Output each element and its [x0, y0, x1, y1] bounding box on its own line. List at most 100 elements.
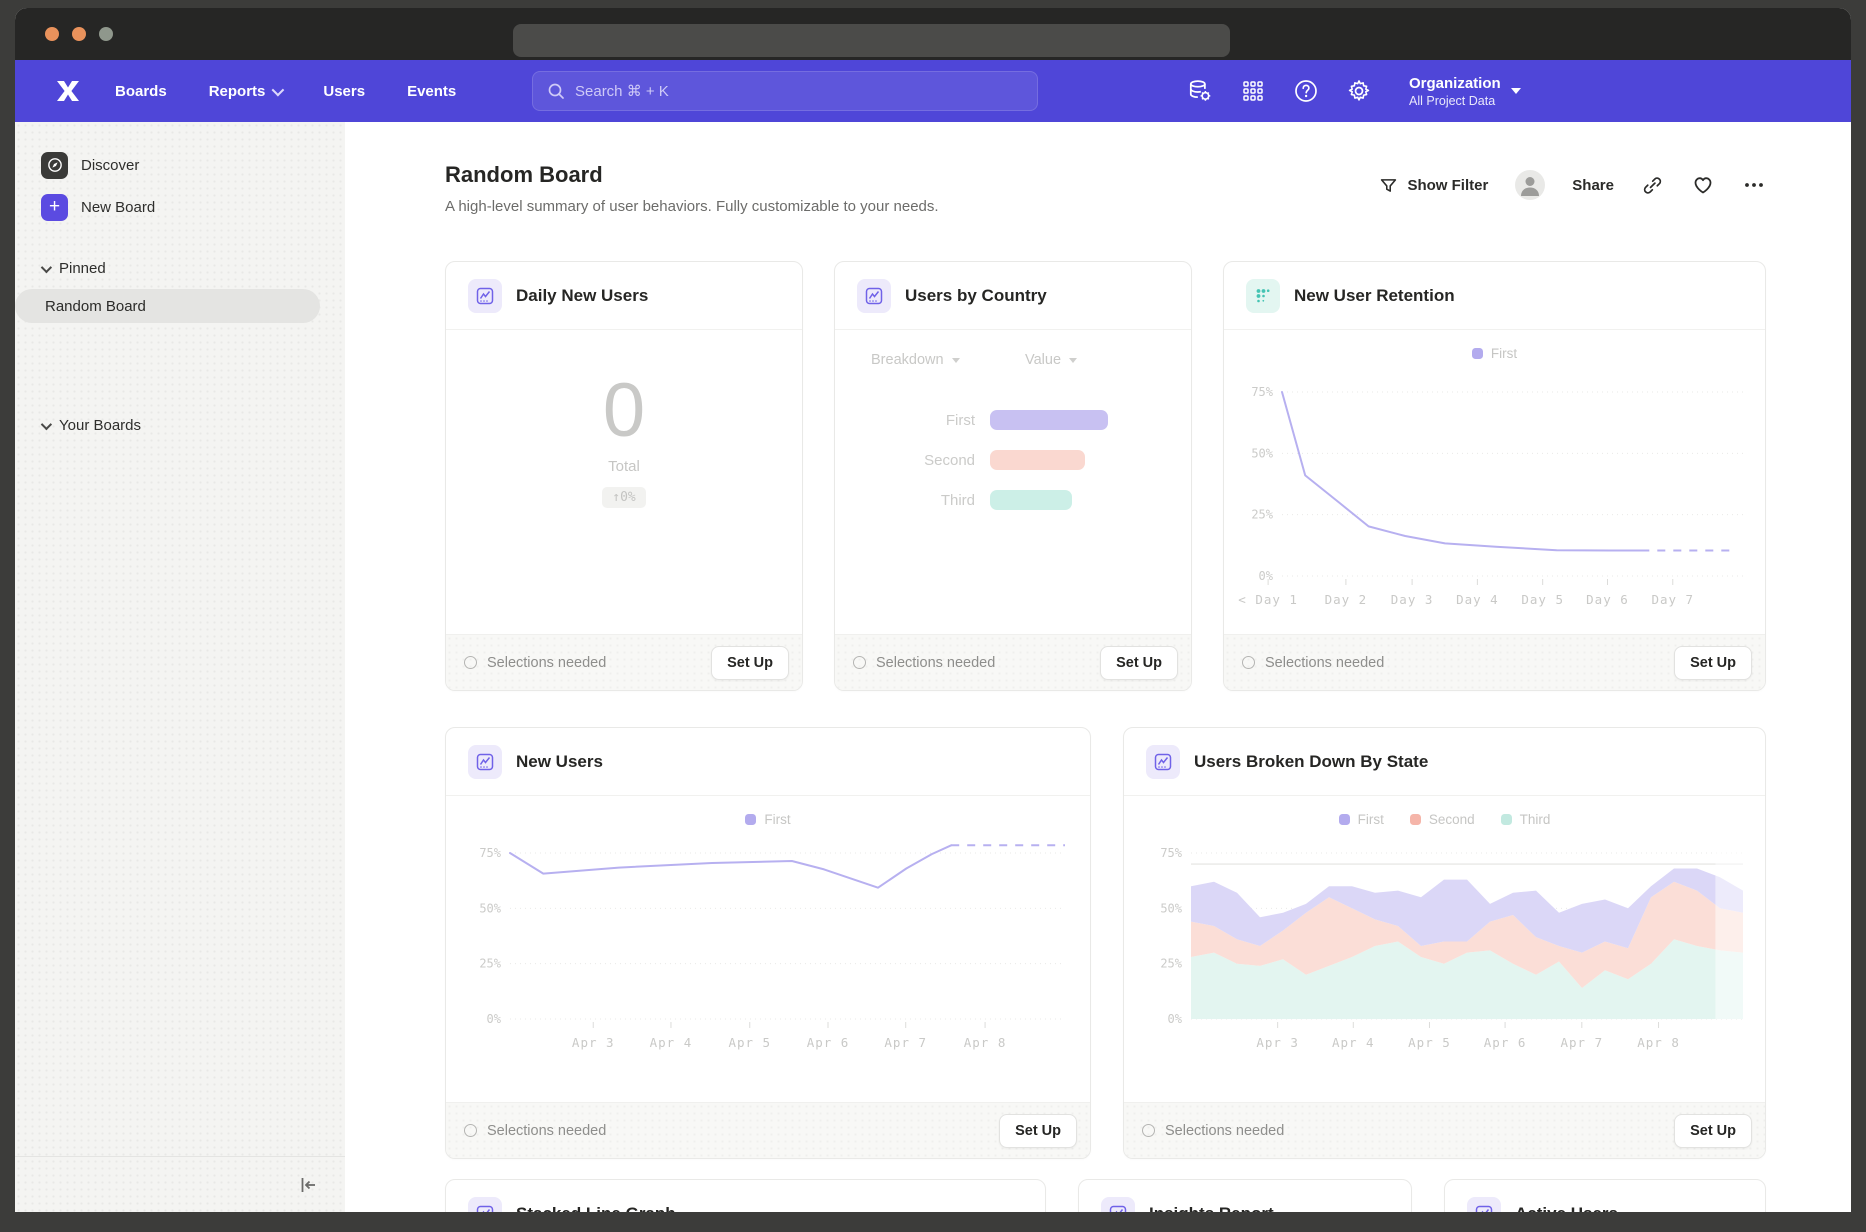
state-area-chart: 0%25%50%75%Apr 3Apr 4Apr 5Apr 6Apr 7Apr …	[1136, 835, 1765, 1090]
legend-item: First	[1339, 812, 1384, 827]
search-icon	[547, 82, 565, 100]
more-options-icon[interactable]	[1742, 173, 1766, 197]
search-placeholder: Search ⌘ + K	[575, 82, 669, 100]
insights-chart-icon	[857, 279, 891, 313]
bar-second	[990, 450, 1085, 470]
bar-label: Third	[835, 492, 975, 509]
chart-legend: First	[1224, 346, 1765, 361]
sidebar-item-random-board[interactable]: Random Board	[15, 289, 320, 323]
svg-text:Apr 8: Apr 8	[1637, 1035, 1680, 1050]
collapse-sidebar-icon[interactable]	[297, 1174, 319, 1196]
bar-first	[990, 410, 1108, 430]
share-button[interactable]: Share	[1572, 177, 1614, 194]
copy-link-icon[interactable]	[1641, 174, 1664, 197]
traffic-light-close[interactable]	[45, 27, 59, 41]
card-new-user-retention: New User Retention First 0%25%50%75%< Da…	[1223, 261, 1766, 691]
insights-chart-icon	[1467, 1197, 1501, 1213]
legend-item: Second	[1410, 812, 1475, 827]
card-title: Stacked Line Graph	[516, 1204, 676, 1213]
card-stacked-line-graph: Stacked Line Graph	[445, 1179, 1046, 1212]
card-users-by-country: Users by Country Breakdown Value	[834, 261, 1192, 691]
card-footer: Selections needed Set Up	[1224, 634, 1765, 690]
traffic-light-zoom[interactable]	[99, 27, 113, 41]
top-nav: Boards Reports Users Events Search ⌘ + K	[15, 60, 1851, 122]
favorite-heart-icon[interactable]	[1691, 173, 1715, 197]
traffic-light-minimize[interactable]	[72, 27, 86, 41]
set-up-button[interactable]: Set Up	[1674, 1114, 1752, 1148]
status-circle-icon	[464, 656, 477, 669]
set-up-button[interactable]: Set Up	[711, 646, 789, 680]
card-title: Active Users	[1515, 1204, 1618, 1213]
svg-text:Apr 7: Apr 7	[884, 1035, 927, 1050]
status-circle-icon	[1142, 1124, 1155, 1137]
nav-right-cluster: Organization All Project Data	[1187, 60, 1521, 122]
svg-text:Apr 8: Apr 8	[964, 1035, 1007, 1050]
value-dropdown[interactable]: Value	[1025, 352, 1077, 368]
sidebar-item-new-board[interactable]: + New Board	[15, 190, 345, 224]
card-insights-report: Insights Report	[1078, 1179, 1412, 1212]
chart-legend: First	[446, 812, 1090, 827]
apps-grid-icon[interactable]	[1240, 78, 1266, 104]
svg-text:Day 7: Day 7	[1651, 592, 1694, 607]
chart-legend: First Second Third	[1124, 812, 1765, 827]
nav-item-reports[interactable]: Reports	[209, 83, 282, 100]
country-bars: First Second Third	[835, 400, 1191, 520]
svg-text:Apr 6: Apr 6	[807, 1035, 850, 1050]
svg-text:0%: 0%	[1168, 1012, 1183, 1026]
insights-chart-icon	[468, 279, 502, 313]
svg-text:Day 2: Day 2	[1325, 592, 1368, 607]
svg-text:50%: 50%	[1160, 901, 1182, 915]
legend-swatch	[1472, 348, 1483, 359]
card-header: Active Users	[1445, 1180, 1765, 1212]
svg-text:Apr 7: Apr 7	[1560, 1035, 1603, 1050]
plus-icon: +	[41, 194, 68, 221]
card-title: Insights Report	[1149, 1204, 1274, 1213]
insights-chart-icon	[1101, 1197, 1135, 1213]
data-management-icon[interactable]	[1187, 78, 1213, 104]
bar-label: Second	[835, 452, 975, 469]
svg-text:25%: 25%	[479, 957, 501, 971]
svg-text:Apr 3: Apr 3	[572, 1035, 615, 1050]
selections-needed-status: Selections needed	[464, 1123, 606, 1139]
chevron-down-icon	[1511, 88, 1521, 94]
svg-text:Apr 5: Apr 5	[1408, 1035, 1451, 1050]
nav-item-users[interactable]: Users	[323, 83, 365, 100]
status-circle-icon	[1242, 656, 1255, 669]
breakdown-dropdown[interactable]: Breakdown	[871, 352, 960, 368]
nav-item-boards[interactable]: Boards	[115, 83, 167, 100]
avatar[interactable]	[1515, 170, 1545, 200]
nav-item-events[interactable]: Events	[407, 83, 456, 100]
card-header: New Users	[446, 728, 1090, 796]
card-header: New User Retention	[1224, 262, 1765, 330]
legend-item: First	[1472, 346, 1517, 361]
help-icon[interactable]	[1293, 78, 1319, 104]
mixpanel-logo-icon[interactable]	[55, 78, 85, 104]
card-footer: Selections needed Set Up	[835, 634, 1191, 690]
sidebar-section-your-boards[interactable]: Your Boards	[15, 417, 345, 434]
set-up-button[interactable]: Set Up	[1100, 646, 1178, 680]
svg-text:50%: 50%	[479, 901, 501, 915]
search-input[interactable]: Search ⌘ + K	[532, 71, 1038, 111]
show-filter-button[interactable]: Show Filter	[1379, 176, 1488, 195]
selections-needed-status: Selections needed	[1242, 655, 1384, 671]
browser-window: Boards Reports Users Events Search ⌘ + K	[15, 8, 1851, 1212]
breakdown-controls: Breakdown Value	[835, 352, 1191, 372]
svg-text:75%: 75%	[1160, 846, 1182, 860]
url-bar[interactable]	[513, 24, 1230, 57]
set-up-button[interactable]: Set Up	[1674, 646, 1752, 680]
card-title: New Users	[516, 752, 603, 772]
sidebar-item-discover[interactable]: Discover	[15, 148, 345, 182]
chevron-down-icon	[41, 261, 52, 272]
board-header: Random Board A high-level summary of use…	[445, 162, 1766, 215]
insights-chart-icon	[468, 745, 502, 779]
svg-text:< Day 1: < Day 1	[1238, 592, 1298, 607]
sidebar-section-pinned[interactable]: Pinned	[15, 260, 345, 277]
card-title: Daily New Users	[516, 286, 648, 306]
nav-items: Boards Reports Users Events	[115, 83, 456, 100]
set-up-button[interactable]: Set Up	[999, 1114, 1077, 1148]
org-switcher[interactable]: Organization All Project Data	[1409, 74, 1521, 108]
legend-swatch	[1410, 814, 1421, 825]
svg-text:Day 6: Day 6	[1586, 592, 1629, 607]
settings-gear-icon[interactable]	[1346, 78, 1372, 104]
legend-item: Third	[1501, 812, 1551, 827]
